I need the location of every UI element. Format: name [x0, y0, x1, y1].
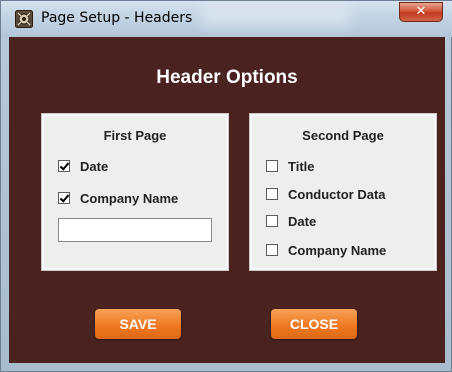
second-page-date-checkbox[interactable]	[266, 215, 278, 227]
window-close-button[interactable]: ✕	[399, 2, 443, 22]
close-icon: ✕	[415, 4, 427, 19]
second-page-date-option[interactable]: Date	[266, 213, 316, 229]
save-button[interactable]: SAVE	[95, 309, 181, 339]
second-page-conductor-data-checkbox[interactable]	[266, 188, 278, 200]
first-page-company-name-label: Company Name	[80, 190, 179, 206]
first-page-company-name-checkbox[interactable]	[58, 192, 70, 204]
second-page-title-option[interactable]: Title	[266, 158, 315, 174]
second-page-company-name-checkbox[interactable]	[266, 244, 278, 256]
first-page-date-option[interactable]: Date	[58, 158, 108, 174]
second-page-title-checkbox[interactable]	[266, 160, 278, 172]
title-bar[interactable]: Page Setup - Headers ✕	[1, 1, 452, 37]
close-button[interactable]: CLOSE	[271, 309, 357, 339]
second-page-company-name-option[interactable]: Company Name	[266, 242, 386, 258]
title-bar-glow	[201, 7, 351, 27]
first-page-date-label: Date	[80, 158, 109, 174]
first-page-company-name-option[interactable]: Company Name	[58, 190, 178, 206]
header-options-heading: Header Options	[156, 67, 298, 88]
dialog-window: Page Setup - Headers ✕ Header Options Fi…	[0, 0, 452, 372]
second-page-title-label: Title	[288, 158, 315, 174]
second-page-conductor-data-label: Conductor Data	[288, 186, 386, 202]
second-page-panel: Second Page Title Conductor Data Date Co…	[249, 113, 437, 271]
company-name-input[interactable]	[58, 218, 212, 242]
window-title: Page Setup - Headers	[41, 10, 193, 26]
second-page-conductor-data-option[interactable]: Conductor Data	[266, 186, 386, 202]
second-page-title: Second Page	[302, 128, 384, 143]
app-icon	[15, 10, 33, 28]
second-page-company-name-label: Company Name	[288, 242, 387, 258]
first-page-title: First Page	[103, 128, 167, 143]
dialog-body: Header Options First Page Date Company N…	[9, 37, 445, 363]
second-page-date-label: Date	[288, 213, 317, 229]
first-page-panel: First Page Date Company Name	[41, 113, 229, 271]
first-page-date-checkbox[interactable]	[58, 160, 70, 172]
